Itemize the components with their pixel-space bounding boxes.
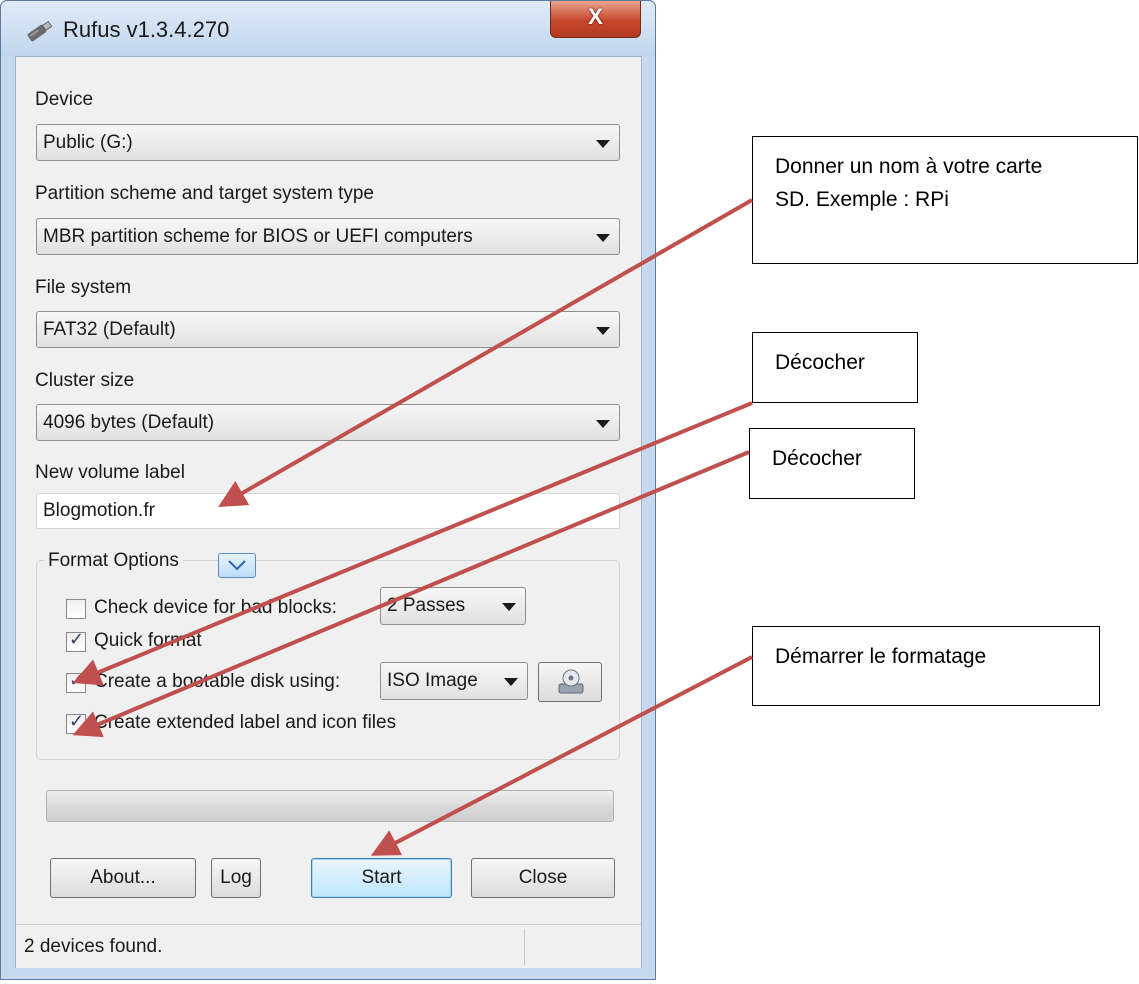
boot-source-dropdown[interactable]: ISO Image [380, 662, 528, 700]
volume-note-line-1: Donner un nom à votre carte [775, 155, 1043, 178]
filesystem-label: File system [35, 277, 132, 298]
filesystem-value: FAT32 (Default) [43, 319, 176, 340]
uncheck-callout-1: Décocher [752, 332, 918, 403]
cluster-label: Cluster size [35, 370, 135, 391]
dropdown-arrow-icon [504, 678, 518, 686]
device-label: Device [35, 89, 94, 110]
chevron-down-icon [228, 560, 246, 571]
quick-format-checkbox[interactable]: ✓ [66, 629, 86, 652]
status-text: 2 devices found. [24, 936, 163, 957]
partition-value: MBR partition scheme for BIOS or UEFI co… [43, 226, 473, 247]
bootable-label: Create a bootable disk using: [94, 671, 341, 692]
extended-label-label: Create extended label and icon files [94, 712, 397, 733]
bad-blocks-label: Check device for bad blocks: [94, 597, 337, 618]
status-divider [524, 929, 525, 965]
boot-source-value: ISO Image [387, 670, 478, 691]
rufus-window: Rufus v1.3.4.270 X Device Public (G:) Pa… [0, 0, 656, 980]
extended-label-checkbox[interactable]: ✓ [66, 711, 86, 734]
passes-value: 2 Passes [387, 595, 466, 616]
partition-dropdown[interactable]: MBR partition scheme for BIOS or UEFI co… [36, 218, 620, 255]
dropdown-arrow-icon [596, 234, 610, 242]
cluster-value: 4096 bytes (Default) [43, 412, 215, 433]
close-icon: X [588, 4, 603, 29]
title-bar[interactable]: Rufus v1.3.4.270 X [1, 1, 655, 56]
start-note: Démarrer le formatage [775, 645, 987, 668]
start-button[interactable]: Start [311, 858, 452, 898]
bad-blocks-checkbox[interactable] [66, 599, 86, 619]
passes-dropdown[interactable]: 2 Passes [380, 587, 526, 625]
checkmark-icon: ✓ [69, 670, 85, 691]
disc-drive-icon [558, 669, 584, 694]
quick-format-label: Quick format [94, 630, 202, 651]
usb-drive-icon [27, 20, 53, 42]
volume-name-callout: Donner un nom à votre carte SD. Exemple … [752, 136, 1138, 264]
checkmark-icon: ✓ [69, 711, 85, 732]
log-button[interactable]: Log [211, 858, 261, 898]
dropdown-arrow-icon [596, 420, 610, 428]
volume-label-value: Blogmotion.fr [43, 500, 155, 521]
status-bar: 2 devices found. [16, 924, 641, 968]
uncheck-callout-2: Décocher [749, 428, 915, 499]
partition-label: Partition scheme and target system type [35, 183, 374, 204]
format-options-expand-button[interactable] [218, 553, 256, 578]
uncheck-note-2: Décocher [772, 447, 862, 470]
device-value: Public (G:) [43, 132, 133, 153]
uncheck-note-1: Décocher [775, 351, 865, 374]
dropdown-arrow-icon [596, 140, 610, 148]
volume-label-input[interactable]: Blogmotion.fr [36, 493, 620, 529]
volume-note-line-2: SD. Exemple : RPi [775, 188, 949, 211]
window-title: Rufus v1.3.4.270 [63, 17, 230, 42]
device-dropdown[interactable]: Public (G:) [36, 124, 620, 161]
dropdown-arrow-icon [502, 603, 516, 611]
about-button[interactable]: About... [50, 858, 196, 898]
bootable-checkbox[interactable]: ✓ [66, 670, 86, 693]
progress-bar [46, 790, 614, 822]
cluster-dropdown[interactable]: 4096 bytes (Default) [36, 404, 620, 441]
select-iso-button[interactable] [538, 662, 602, 702]
volume-label-caption: New volume label [35, 462, 185, 483]
client-area: Device Public (G:) Partition scheme and … [15, 56, 642, 968]
close-button[interactable]: Close [471, 858, 615, 898]
window-close-button[interactable]: X [550, 1, 641, 38]
filesystem-dropdown[interactable]: FAT32 (Default) [36, 311, 620, 348]
format-options-title: Format Options [44, 550, 183, 572]
checkmark-icon: ✓ [69, 629, 85, 650]
screenshot-stage: Rufus v1.3.4.270 X Device Public (G:) Pa… [0, 0, 1139, 984]
dropdown-arrow-icon [596, 327, 610, 335]
start-format-callout: Démarrer le formatage [752, 626, 1100, 706]
